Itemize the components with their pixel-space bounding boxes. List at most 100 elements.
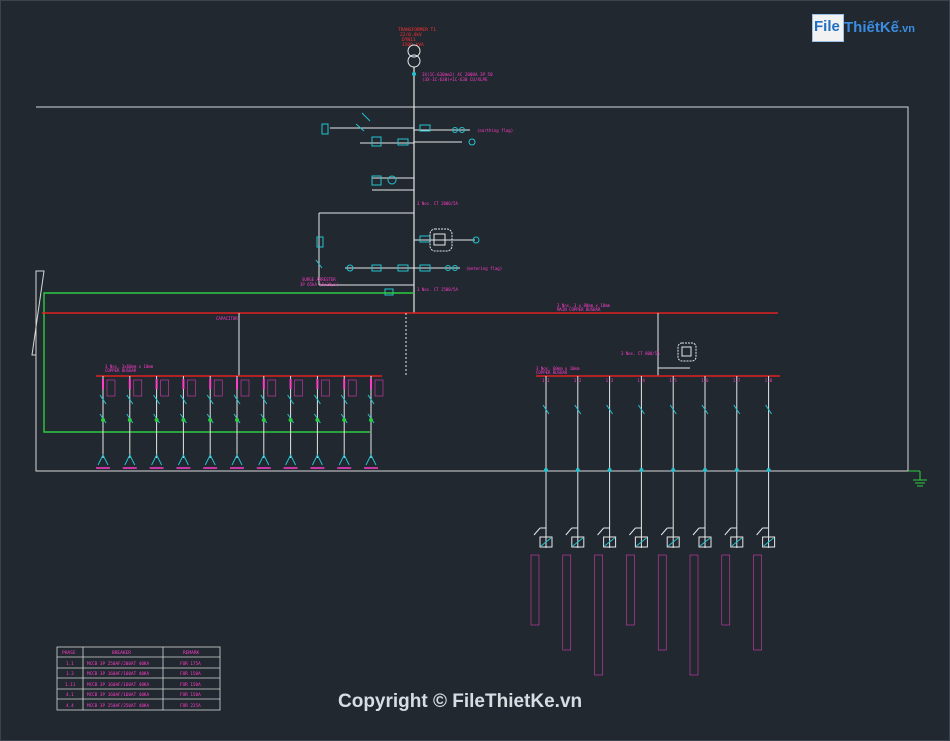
filethietke-logo: File ThiếtKế.vn (812, 14, 922, 42)
feeder-label-box (321, 379, 330, 397)
feeder-tag-mark (236, 379, 238, 389)
capacitor-tag: CAPACITOR (216, 316, 238, 321)
viewport-border (0, 0, 950, 741)
earth-node (101, 418, 105, 422)
feeder-tag: 1.1 (542, 378, 550, 383)
load-bracket (660, 527, 668, 536)
load-label-box (530, 554, 540, 626)
feeder-tag: 1.2 (574, 378, 582, 383)
right-feeder: 1.6 (689, 376, 712, 676)
table-header-breaker: BREAKER (112, 650, 131, 656)
load-bracket (724, 527, 732, 536)
left-feeder (96, 376, 116, 469)
feeder-tag-mark (155, 379, 158, 389)
node-dot (412, 72, 416, 76)
main-bus-label: MAIN COPPER BUSBAR (557, 307, 601, 312)
table-cell: MCCB 3P 250AF/200AT 40KA (87, 661, 149, 667)
table-cell: 1.11 (65, 682, 76, 688)
logo-text-thietke: ThiếtKế (844, 19, 900, 36)
right-feeder: 1.5 (657, 376, 680, 651)
table-row: 4.4 MCCB 3P 250AF/250AT 40KA FOR 225A (66, 703, 201, 709)
earth-node (235, 418, 239, 422)
right-bus-label: COPPER BUSBAR (536, 370, 568, 375)
feeder-node (607, 468, 612, 472)
feeder-label-box (267, 379, 277, 397)
earth-node (261, 418, 266, 422)
table-cell: FOR 175A (180, 661, 201, 667)
feeder-tag-mark (102, 379, 104, 389)
feeder-label-box (213, 379, 223, 397)
earth-node (342, 418, 347, 422)
transformer-label: TRANSFORMER T1 22/0.4kV DYN11 1500 kVA (398, 27, 436, 48)
left-feeder (122, 376, 143, 469)
feeder-tag-mark (182, 379, 185, 389)
ct-symbols (346, 124, 480, 296)
feeder-tag-mark (289, 379, 292, 389)
left-feeder (230, 376, 250, 469)
earth-node (127, 418, 132, 422)
surge-label: 3P 65kA (8/20µs) (300, 282, 339, 287)
feeder-label-box (106, 379, 116, 397)
table-cell: FOR 150A (180, 671, 201, 677)
table-grid (56, 646, 221, 711)
left-feeder (149, 376, 169, 469)
feeder-node (639, 468, 644, 472)
load-bracket (533, 527, 541, 536)
load-bracket (756, 527, 763, 536)
left-feeder (283, 376, 303, 469)
feeder-tag-mark (370, 379, 372, 389)
feeder-tag-mark (209, 379, 212, 389)
right-feeder-group: 1.1 1.2 1.3 1.4 1.5 1.6 1.7 1.8 (530, 376, 776, 676)
feeder-tag: 1.8 (765, 378, 773, 383)
feeder-tag-mark (262, 379, 265, 389)
copyright-watermark: Copyright © FileThietKe.vn (338, 691, 583, 712)
metering-label: (metering flag) (466, 266, 502, 271)
feeder-label-box (374, 379, 384, 397)
right-ct-label: 3 Nos. CT 800/5A (621, 351, 660, 356)
earth-node (208, 418, 213, 422)
left-feeder (256, 376, 277, 469)
earth-node (315, 418, 320, 422)
breaker-schedule-table: PHASE BREAKER REMARK 1.1 MCCB 3P 250AF/2… (56, 646, 221, 711)
right-feeder: 1.2 (562, 376, 585, 651)
main-cable-label: (3X-1C-630)+1C-630 CU/XLPE (422, 77, 488, 82)
transformer-symbol (407, 44, 421, 68)
feeder-tag-mark (128, 379, 131, 389)
earth-conductor (43, 292, 414, 433)
right-feeder: 1.4 (626, 376, 648, 626)
table-cell: MCCB 3P 250AF/250AT 40KA (87, 703, 149, 709)
earthing-label: (earthing flag) (477, 128, 513, 133)
metering-branch (318, 127, 475, 286)
table-cell: FOR 150A (180, 692, 201, 698)
feeder-node (703, 468, 707, 472)
table-cell: FOR 150A (180, 682, 201, 688)
left-bus-label: COPPER BUSBAR (105, 368, 137, 373)
load-label-box (657, 554, 667, 651)
table-cell: MCCB 3P 160AF/160AT 40KA (87, 682, 149, 688)
table-header-phase: PHASE (62, 650, 76, 656)
single-line-diagram: TRANSFORMER T1 22/0.4kV DYN11 1500 kVA 3… (0, 0, 950, 741)
breaker-symbols (315, 112, 371, 269)
feeder-label-box (347, 379, 357, 397)
right-feeder: 1.7 (721, 376, 744, 626)
feeder-tag-mark (316, 379, 319, 389)
left-feeder (203, 376, 223, 469)
feeder-tag: 1.5 (669, 378, 677, 383)
load-bracket (597, 527, 604, 536)
feeder-node (544, 468, 548, 472)
logo-text-domain: .vn (899, 23, 915, 35)
left-feeder (337, 376, 357, 469)
feeder-node (734, 468, 739, 472)
right-feeder: 1.1 (530, 376, 553, 626)
feeder-label-box (240, 379, 250, 397)
table-row: 1.1 MCCB 3P 250AF/200AT 40KA FOR 175A (66, 661, 201, 667)
left-feeder (310, 376, 330, 469)
table-cell: 4.1 (66, 692, 74, 698)
feeder-node (671, 468, 676, 472)
table-cell: FOR 225A (180, 703, 201, 709)
earth-node (288, 418, 293, 422)
earth-node (181, 418, 186, 422)
table-row: 1.3 MCCB 3P 160AF/160AT 40KA FOR 150A (66, 671, 201, 677)
table-cell: MCCB 3P 160AF/160AT 40KA (87, 671, 149, 677)
load-label-box (594, 554, 603, 676)
